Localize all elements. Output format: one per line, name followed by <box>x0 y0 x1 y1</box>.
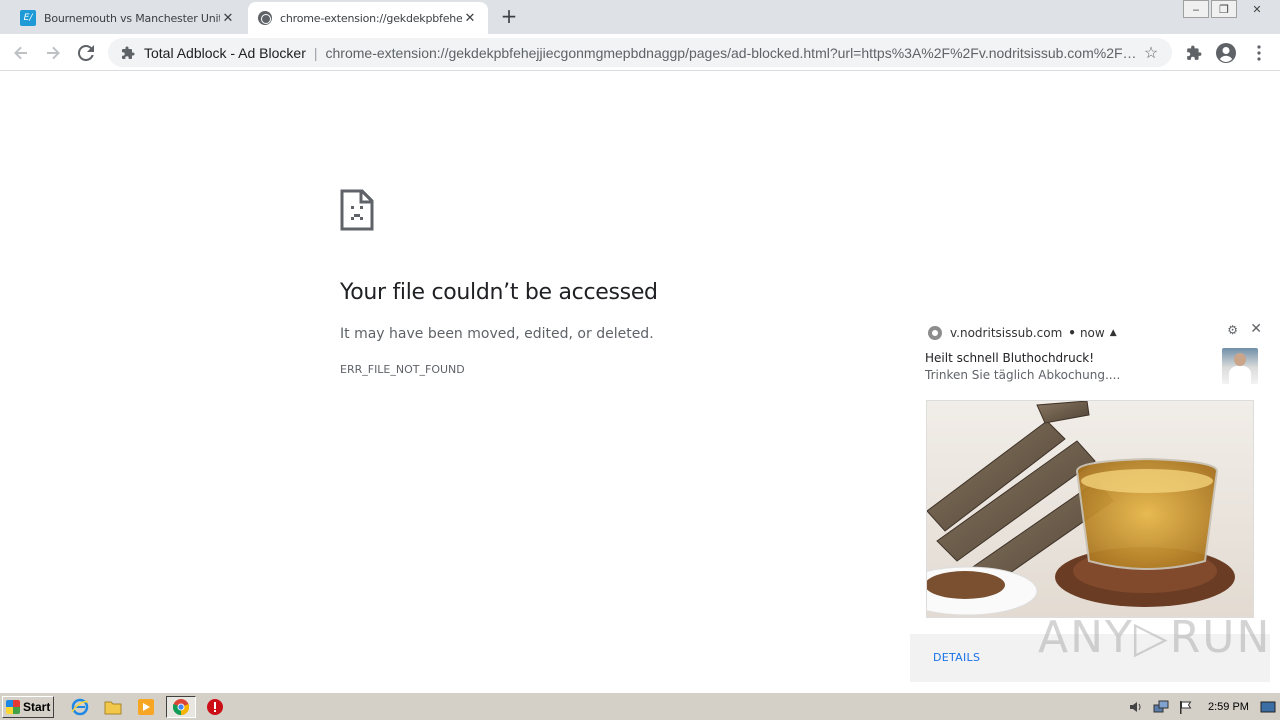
close-icon[interactable]: ✕ <box>1250 321 1262 337</box>
details-button[interactable]: DETAILS <box>933 651 980 664</box>
kebab-menu-icon[interactable] <box>1248 42 1270 64</box>
start-button[interactable]: Start <box>2 696 54 718</box>
folder-icon[interactable] <box>104 698 122 716</box>
notification-header: v.nodritsissub.com • now ▲ <box>928 326 1117 340</box>
bookmark-star-icon[interactable]: ☆ <box>1142 43 1160 63</box>
close-icon[interactable]: ✕ <box>220 10 236 26</box>
anyrun-watermark: ANY▷RUN <box>1038 612 1272 663</box>
taskbar-clock[interactable]: 2:59 PM <box>1208 701 1249 713</box>
media-player-icon[interactable] <box>137 698 155 716</box>
tab-chrome-extension[interactable]: chrome-extension://gekdekpbfehejjiecgonm… <box>248 2 488 34</box>
internet-explorer-icon[interactable] <box>71 698 89 716</box>
notification-image[interactable] <box>896 400 1254 618</box>
back-arrow-icon[interactable] <box>10 42 32 64</box>
reload-icon[interactable] <box>75 42 97 64</box>
volume-icon[interactable] <box>1128 699 1144 715</box>
error-description: It may have been moved, edited, or delet… <box>340 326 654 342</box>
tab-bournemouth[interactable]: E/ Bournemouth vs Manchester United Live… <box>10 2 246 34</box>
tab-strip: E/ Bournemouth vs Manchester United Live… <box>0 0 1280 34</box>
window-controls: ‒ ❐ ✕ <box>1183 0 1275 18</box>
doctor-avatar-image <box>1222 348 1258 384</box>
action-center-flag-icon[interactable] <box>1177 699 1193 715</box>
notification-title: Heilt schnell Bluthochdruck! <box>925 351 1095 365</box>
profile-avatar-icon[interactable] <box>1215 42 1237 64</box>
windows-taskbar: Start 2:59 PM <box>0 692 1280 720</box>
windows-logo-icon <box>6 700 20 714</box>
url-text[interactable]: chrome-extension://gekdekpbfehejjiecgonm… <box>326 45 1142 61</box>
new-tab-button[interactable]: + <box>498 6 520 28</box>
broken-file-icon <box>340 189 374 231</box>
restore-button[interactable]: ❐ <box>1211 0 1237 18</box>
extension-name: Total Adblock - Ad Blocker <box>144 44 306 61</box>
address-bar[interactable]: Total Adblock - Ad Blocker | chrome-exte… <box>108 38 1172 67</box>
tab-title: Bournemouth vs Manchester United Live <box>44 11 220 25</box>
tab-title: chrome-extension://gekdekpbfehejjiecgonm… <box>280 11 462 25</box>
chrome-taskbar-button[interactable] <box>166 696 196 718</box>
start-label: Start <box>23 700 51 714</box>
window-close-button[interactable]: ✕ <box>1239 0 1275 18</box>
chrome-icon <box>928 326 942 340</box>
puzzle-piece-icon <box>120 45 136 61</box>
notification-time: now <box>1079 326 1105 340</box>
network-icon[interactable] <box>1153 699 1169 715</box>
chrome-icon <box>173 699 189 715</box>
opera-icon[interactable] <box>206 698 224 716</box>
globe-icon <box>258 11 272 25</box>
notification-body: Trinken Sie täglich Abkochung.... <box>925 368 1121 382</box>
sport-site-favicon-icon: E/ <box>20 10 36 26</box>
chevron-up-icon[interactable]: ▲ <box>1110 328 1117 338</box>
gear-icon[interactable]: ⚙ <box>1227 323 1238 337</box>
error-code: ERR_FILE_NOT_FOUND <box>340 363 465 376</box>
separator-dot: • <box>1068 326 1076 340</box>
forward-arrow-icon[interactable] <box>42 42 64 64</box>
close-icon[interactable]: ✕ <box>462 10 478 26</box>
address-separator: | <box>313 44 318 61</box>
extensions-puzzle-icon[interactable] <box>1183 42 1205 64</box>
browser-toolbar: Total Adblock - Ad Blocker | chrome-exte… <box>0 34 1280 71</box>
error-title: Your file couldn’t be accessed <box>340 280 658 305</box>
notification-origin: v.nodritsissub.com <box>950 326 1063 340</box>
minimize-button[interactable]: ‒ <box>1183 0 1209 18</box>
show-desktop-icon[interactable] <box>1260 699 1276 715</box>
